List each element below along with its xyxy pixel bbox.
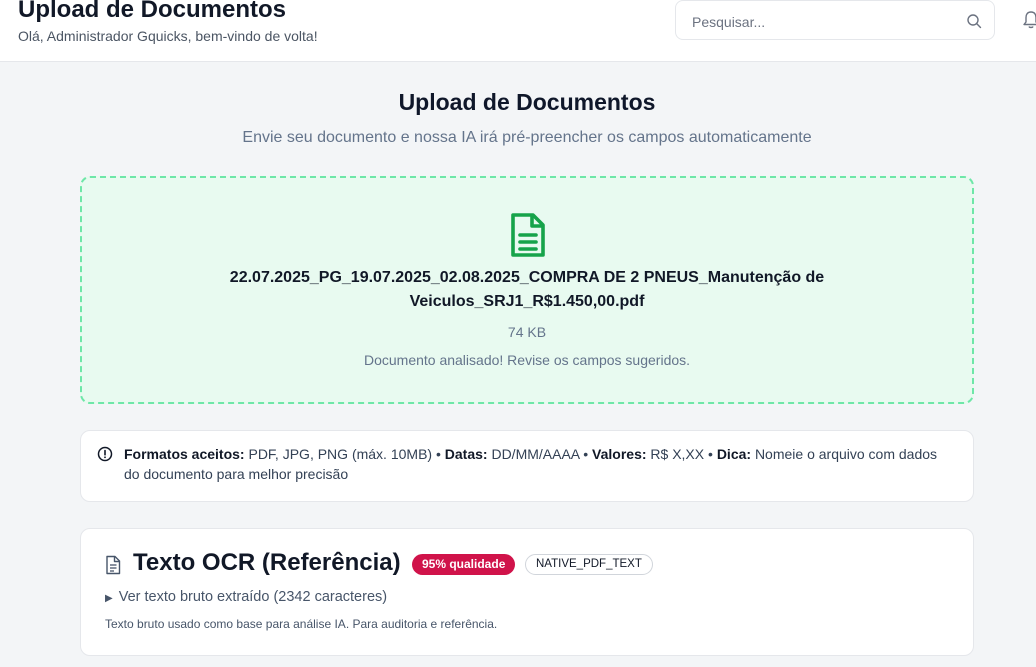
dates-label: Datas: [444,446,488,462]
ocr-title: Texto OCR (Referência) [133,549,401,576]
page-subtitle: Envie seu documento e nossa IA irá pré-p… [242,129,812,146]
ocr-card: Texto OCR (Referência) 95% qualidade NAT… [80,528,974,656]
uploaded-filename: 22.07.2025_PG_19.07.2025_02.08.2025_COMP… [229,269,825,310]
values-value: R$ X,XX [650,446,705,462]
raw-text-toggle-label[interactable]: Ver texto bruto extraído (2342 caractere… [119,589,387,605]
method-badge: NATIVE_PDF_TEXT [525,554,653,575]
file-text-icon [106,555,121,575]
file-size: 74 KB [507,324,547,340]
ocr-note: Texto bruto usado como base para análise… [105,617,498,631]
formats-label: Formatos aceitos: [124,446,245,462]
separator: • [708,446,713,462]
dates-value: DD/MM/AAAA [491,446,580,462]
raw-text-toggle[interactable]: ▶ Ver texto bruto extraído (2342 caracter… [105,589,387,605]
page-title: Upload de Documentos [398,89,656,115]
header-title: Upload de Documentos [18,0,287,23]
search-box[interactable] [675,0,995,40]
info-text: Formatos aceitos: PDF, JPG, PNG (máx. 10… [124,444,954,484]
bell-icon[interactable] [1022,10,1036,30]
separator: • [583,446,589,462]
upload-status: Documento analisado! Revise os campos su… [363,352,691,368]
search-input[interactable] [690,11,954,33]
info-card: Formatos aceitos: PDF, JPG, PNG (máx. 10… [80,430,974,502]
tip-label: Dica: [716,446,752,462]
search-icon[interactable] [966,13,982,29]
document-icon [511,213,545,257]
info-circle-icon [97,446,113,462]
quality-badge: 95% qualidade [412,554,516,575]
upload-dropzone[interactable]: 22.07.2025_PG_19.07.2025_02.08.2025_COMP… [80,176,974,404]
header-subtitle: Olá, Administrador Gquicks, bem-vindo de… [18,28,318,44]
expand-triangle-icon[interactable]: ▶ [105,593,113,604]
formats-value: PDF, JPG, PNG (máx. 10MB) [248,446,433,462]
separator: • [435,446,441,462]
top-header: Upload de Documentos Olá, Administrador … [0,0,1036,62]
values-label: Valores: [592,446,647,462]
